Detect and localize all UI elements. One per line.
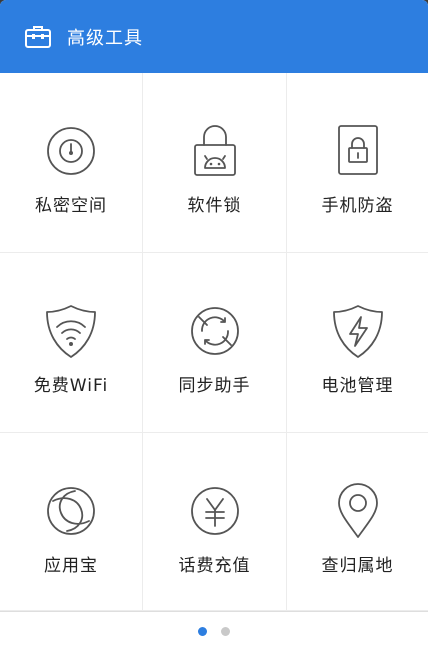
toolbox-icon — [25, 25, 51, 48]
panel-title: 高级工具 — [67, 27, 143, 49]
tools-grid: 私密空间 软件锁 手机防盗 免费WiFi 同步助手 电池管理 应用宝 话费充值 … — [0, 73, 428, 611]
tool-label: 同步助手 — [178, 376, 251, 396]
tool-label: 手机防盗 — [321, 196, 394, 216]
tool-app-store[interactable]: 应用宝 — [0, 433, 143, 611]
tool-label: 应用宝 — [44, 556, 98, 576]
tool-phone-recharge[interactable]: 话费充值 — [143, 433, 287, 611]
android-lock-icon — [193, 125, 236, 176]
tool-private-space[interactable]: 私密空间 — [0, 73, 143, 253]
tool-label: 软件锁 — [187, 196, 242, 216]
battery-shield-icon — [332, 305, 383, 358]
clock-lock-icon — [47, 127, 95, 175]
tool-free-wifi[interactable]: 免费WiFi — [0, 253, 143, 433]
tool-number-location[interactable]: 查归属地 — [287, 433, 428, 611]
tool-label: 电池管理 — [321, 376, 394, 396]
panel-header: 高级工具 — [0, 0, 428, 73]
tool-app-lock[interactable]: 软件锁 — [143, 73, 287, 253]
wifi-shield-icon — [46, 305, 96, 358]
tool-label: 私密空间 — [35, 196, 107, 216]
tool-label: 免费WiFi — [33, 376, 109, 396]
location-pin-icon — [337, 483, 378, 538]
advanced-tools-panel: 高级工具 私密空间 软件锁 手机防盗 免费WiFi 同步助手 电池管理 应用宝 … — [0, 0, 428, 651]
tool-battery-manager[interactable]: 电池管理 — [287, 253, 428, 433]
phone-lock-icon — [337, 125, 378, 175]
page-dot-1[interactable] — [198, 626, 207, 636]
tool-label: 查归属地 — [321, 556, 394, 576]
sync-icon — [190, 307, 239, 355]
app-store-icon — [47, 487, 95, 535]
page-indicator — [0, 611, 428, 651]
tool-label: 话费充值 — [178, 556, 251, 576]
page-dot-2[interactable] — [221, 626, 230, 636]
tool-anti-theft[interactable]: 手机防盗 — [287, 73, 428, 253]
yen-icon — [190, 487, 239, 535]
tool-sync-assistant[interactable]: 同步助手 — [143, 253, 287, 433]
